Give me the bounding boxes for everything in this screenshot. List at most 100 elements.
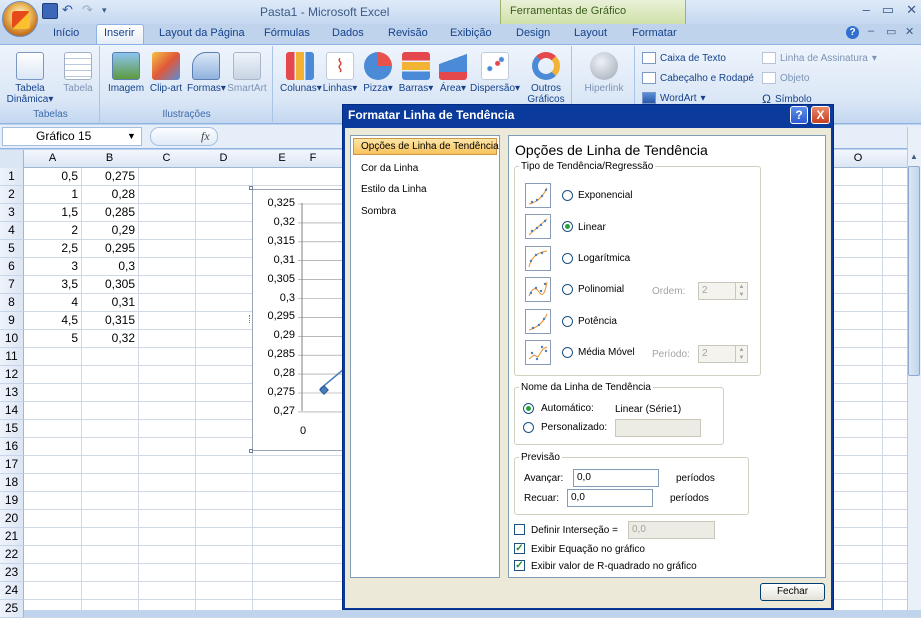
tab-inicio[interactable]: Início bbox=[53, 27, 79, 39]
cell-b2[interactable]: 0,28 bbox=[81, 186, 138, 204]
show-r-squared-checkbox[interactable]: ✓ bbox=[514, 560, 525, 571]
tab-formulas[interactable]: Fórmulas bbox=[264, 27, 310, 39]
row-header[interactable]: 23 bbox=[0, 564, 24, 582]
table-button[interactable]: Tabela bbox=[58, 52, 98, 94]
col-header-f[interactable]: F bbox=[308, 152, 318, 164]
col-header-c[interactable]: C bbox=[138, 152, 195, 164]
hyperlink-button[interactable]: Hiperlink bbox=[581, 52, 627, 94]
select-all-corner[interactable] bbox=[0, 150, 24, 168]
cell-a4[interactable]: 2 bbox=[24, 222, 81, 240]
spinner-arrows-icon[interactable]: ▲ ▼ bbox=[735, 283, 747, 299]
cell-a7[interactable]: 3,5 bbox=[24, 276, 81, 294]
cell-a1[interactable]: 0,5 bbox=[24, 168, 81, 186]
name-box-dropdown-icon[interactable]: ▼ bbox=[127, 131, 136, 141]
col-header-b[interactable]: B bbox=[81, 152, 138, 164]
header-footer-button[interactable]: Cabeçalho e Rodapé bbox=[642, 72, 754, 84]
tab-exibicao[interactable]: Exibição bbox=[450, 27, 492, 39]
scatter-chart-button[interactable]: Dispersão▾ bbox=[470, 52, 520, 94]
row-header[interactable]: 21 bbox=[0, 528, 24, 546]
insert-function-button[interactable]: fx bbox=[150, 127, 218, 146]
row-header[interactable]: 1 bbox=[0, 168, 24, 186]
tab-layout[interactable]: Layout bbox=[574, 27, 607, 39]
nav-item-trendline-options[interactable]: Opções de Linha de Tendência bbox=[361, 141, 499, 152]
nav-item-line-color[interactable]: Cor da Linha bbox=[361, 163, 418, 174]
row-header[interactable]: 22 bbox=[0, 546, 24, 564]
chart-resize-handle[interactable] bbox=[249, 449, 253, 453]
tab-revisao[interactable]: Revisão bbox=[388, 27, 428, 39]
row-header[interactable]: 9 bbox=[0, 312, 24, 330]
row-header[interactable]: 12 bbox=[0, 366, 24, 384]
row-header[interactable]: 20 bbox=[0, 510, 24, 528]
other-charts-button[interactable]: Outros Gráficos bbox=[522, 52, 570, 105]
cell-b9[interactable]: 0,315 bbox=[81, 312, 138, 330]
cell-a6[interactable]: 3 bbox=[24, 258, 81, 276]
chart-resize-handle[interactable] bbox=[249, 186, 253, 190]
help-icon[interactable]: ? bbox=[846, 26, 859, 39]
row-header[interactable]: 7 bbox=[0, 276, 24, 294]
custom-name-input[interactable] bbox=[615, 419, 701, 437]
cell-a9[interactable]: 4,5 bbox=[24, 312, 81, 330]
row-header[interactable]: 6 bbox=[0, 258, 24, 276]
exponential-radio[interactable] bbox=[562, 190, 573, 201]
undo-icon[interactable]: ↶ bbox=[62, 3, 78, 19]
set-intercept-checkbox[interactable] bbox=[514, 524, 525, 535]
row-header[interactable]: 19 bbox=[0, 492, 24, 510]
shapes-button[interactable]: Formas▾ bbox=[187, 52, 226, 94]
automatic-name-radio[interactable] bbox=[523, 403, 534, 414]
dialog-help-button[interactable]: ? bbox=[790, 106, 808, 124]
object-button[interactable]: Objeto bbox=[762, 72, 809, 84]
row-header[interactable]: 15 bbox=[0, 420, 24, 438]
nav-item-shadow[interactable]: Sombra bbox=[361, 206, 396, 217]
signature-line-button[interactable]: Linha de Assinatura ▾ bbox=[762, 52, 877, 64]
row-header[interactable]: 25 bbox=[0, 600, 24, 618]
tab-formatar[interactable]: Formatar bbox=[632, 27, 677, 39]
ribbon-restore-icon[interactable]: ▭ bbox=[886, 25, 896, 38]
cell-b8[interactable]: 0,31 bbox=[81, 294, 138, 312]
row-header[interactable]: 2 bbox=[0, 186, 24, 204]
area-chart-button[interactable]: Área▾ bbox=[436, 52, 470, 94]
tab-layout-pagina[interactable]: Layout da Página bbox=[159, 27, 245, 39]
tab-dados[interactable]: Dados bbox=[332, 27, 364, 39]
row-header[interactable]: 24 bbox=[0, 582, 24, 600]
power-radio[interactable] bbox=[562, 316, 573, 327]
cell-b10[interactable]: 0,32 bbox=[81, 330, 138, 348]
nav-item-line-style[interactable]: Estilo da Linha bbox=[361, 184, 427, 195]
moving-average-radio[interactable] bbox=[562, 347, 573, 358]
col-header-e[interactable]: E bbox=[252, 152, 312, 164]
cell-a10[interactable]: 5 bbox=[24, 330, 81, 348]
custom-name-radio[interactable] bbox=[523, 422, 534, 433]
row-header[interactable]: 4 bbox=[0, 222, 24, 240]
close-button[interactable]: Fechar bbox=[760, 583, 825, 601]
col-header-a[interactable]: A bbox=[24, 152, 81, 164]
cell-b4[interactable]: 0,29 bbox=[81, 222, 138, 240]
columns-chart-button[interactable]: Colunas▾ bbox=[280, 52, 322, 94]
row-header[interactable]: 11 bbox=[0, 348, 24, 366]
cell-a5[interactable]: 2,5 bbox=[24, 240, 81, 258]
order-spinner[interactable]: 2 ▲ ▼ bbox=[698, 282, 748, 300]
ribbon-minimize-icon[interactable]: – bbox=[868, 25, 874, 37]
dialog-close-button[interactable]: X bbox=[811, 106, 830, 124]
lines-chart-button[interactable]: ⌇ Linhas▾ bbox=[320, 52, 360, 94]
close-window-icon[interactable]: ✕ bbox=[906, 2, 917, 18]
cell-a8[interactable]: 4 bbox=[24, 294, 81, 312]
cell-b1[interactable]: 0,275 bbox=[81, 168, 138, 186]
redo-icon[interactable]: ↷ bbox=[82, 3, 98, 19]
linear-radio[interactable] bbox=[562, 221, 573, 232]
clipart-button[interactable]: Clip-art bbox=[147, 52, 185, 94]
tab-inserir[interactable]: Inserir bbox=[104, 27, 135, 39]
row-header[interactable]: 16 bbox=[0, 438, 24, 456]
wordart-button[interactable]: WordArt ▾ bbox=[642, 92, 706, 104]
minimize-icon[interactable]: – bbox=[863, 2, 870, 18]
smartart-button[interactable]: SmartArt bbox=[225, 52, 269, 94]
row-header[interactable]: 18 bbox=[0, 474, 24, 492]
customize-qat-icon[interactable]: ▾ bbox=[102, 3, 118, 19]
logarithmic-radio[interactable] bbox=[562, 253, 573, 264]
ribbon-close-icon[interactable]: ✕ bbox=[905, 25, 914, 38]
scroll-up-icon[interactable]: ▲ bbox=[908, 152, 920, 164]
cell-b6[interactable]: 0,3 bbox=[81, 258, 138, 276]
backward-input[interactable]: 0,0 bbox=[567, 489, 653, 507]
col-header-o[interactable]: O bbox=[834, 152, 882, 164]
maximize-icon[interactable]: ▭ bbox=[882, 2, 894, 18]
intercept-input[interactable]: 0,0 bbox=[628, 521, 715, 539]
row-header[interactable]: 8 bbox=[0, 294, 24, 312]
